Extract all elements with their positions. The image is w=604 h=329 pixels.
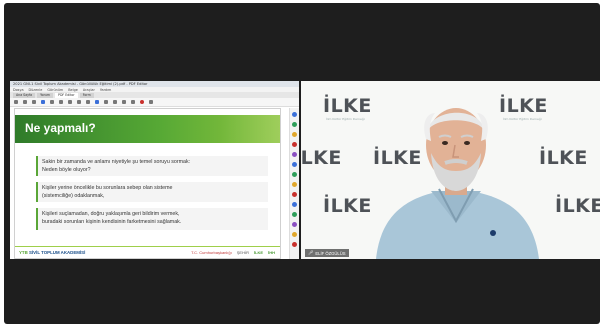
record-icon[interactable] <box>140 100 144 104</box>
partner-logo: İHH <box>268 250 275 255</box>
footer-prefix: YTB <box>19 250 28 255</box>
bullet-line: Kişiler yerine öncelikle bu sorunlara se… <box>42 185 173 191</box>
pdf-side-toolbar <box>289 108 299 259</box>
partner-logo: İLKE <box>253 250 264 255</box>
window-title: 2021 GNI-1 Sivil Toplum Akademisi - Gönü… <box>13 82 148 86</box>
ilke-logo-watermark: İLKE <box>539 147 588 169</box>
participant-name-label: 🎤︎ ELİF ÖZGÜLÜS <box>305 249 349 257</box>
partner-logo: ŞEHİR <box>236 250 249 255</box>
participant-video-feed <box>376 108 539 259</box>
highlight-icon[interactable] <box>86 100 90 104</box>
bullet-line: Sakin bir zamanda ve anlamı niyetiyle şu… <box>42 159 191 165</box>
open-file-icon[interactable] <box>14 100 18 104</box>
watermark-tagline: İlim Kültür Eğitim Derneği <box>326 117 365 121</box>
layers-icon[interactable] <box>292 152 297 157</box>
attachment-icon[interactable] <box>292 132 297 137</box>
bullet-line: buradaki sorunları kişinin kendisinin fa… <box>42 219 182 225</box>
zoom-in-icon[interactable] <box>68 100 72 104</box>
comment-icon[interactable] <box>95 100 99 104</box>
bullet-line: (sistemciliğe) odaklanmak, <box>42 193 105 199</box>
menu-item-edit[interactable]: Düzenle <box>29 88 43 92</box>
signature-icon[interactable] <box>292 172 297 177</box>
stamp-icon[interactable] <box>104 100 108 104</box>
tab-pdf-editor[interactable]: PDF Editor <box>55 93 78 98</box>
menu-item-help[interactable]: Yardım <box>100 88 111 92</box>
zoom-out-icon[interactable] <box>59 100 63 104</box>
redact-icon[interactable] <box>292 192 297 197</box>
share-icon[interactable] <box>292 222 297 227</box>
slide-footer: YTB SİVİL TOPLUM AKADEMİSİ T.C. Cumhurba… <box>15 246 280 258</box>
shape-tool-icon[interactable] <box>113 100 117 104</box>
crop-icon[interactable] <box>122 100 126 104</box>
text-tool-icon[interactable] <box>77 100 81 104</box>
select-tool-icon[interactable] <box>50 100 54 104</box>
more-tools-icon[interactable] <box>292 242 297 247</box>
settings-icon[interactable] <box>149 100 153 104</box>
ilke-logo-watermark: İLKE <box>555 195 600 217</box>
mic-icon: 🎤︎ <box>308 250 314 255</box>
tab-home[interactable]: Ana Sayfa <box>13 93 36 98</box>
menu-item-document[interactable]: Belge <box>68 88 78 92</box>
slide-heading-banner: Ne yapmalı? <box>15 115 280 143</box>
shared-screen-tile[interactable]: 2021 GNI-1 Sivil Toplum Akademisi - Gönü… <box>10 81 299 259</box>
protect-icon[interactable] <box>292 232 297 237</box>
slide-heading: Ne yapmalı? <box>25 121 96 135</box>
ocr-icon[interactable] <box>292 212 297 217</box>
bullet-line: Neden böyle oluyor? <box>42 167 91 173</box>
footer-academy-logo: YTB SİVİL TOPLUM AKADEMİSİ <box>15 250 85 255</box>
presentation-slide: Ne yapmalı? Sakin bir zamanda ve anlamı … <box>14 108 281 259</box>
partner-logo: T.C. Cumhurbaşkanlığı <box>191 250 232 255</box>
slide-bullet: Kişileri suçlamadan, doğru yaklaşımla ge… <box>36 208 268 230</box>
ilke-logo-watermark: İLKE <box>323 95 372 117</box>
menu-item-tools[interactable]: Araçlar <box>83 88 95 92</box>
menu-item-view[interactable]: Görünüm <box>47 88 63 92</box>
menu-item-file[interactable]: Dosya <box>13 88 24 92</box>
footer-title: SİVİL TOPLUM AKADEMİSİ <box>29 250 86 255</box>
tab-comment[interactable]: Yorum <box>37 93 54 98</box>
stamp-panel-icon[interactable] <box>292 182 297 187</box>
participant-video-tile[interactable]: İLKE İlim Kültür Eğitim Derneği İLKE İli… <box>301 81 600 259</box>
pdf-toolbar <box>10 98 299 107</box>
bookmark-icon[interactable] <box>292 122 297 127</box>
print-icon[interactable] <box>32 100 36 104</box>
screenshot: 2021 GNI-1 Sivil Toplum Akademisi - Gönü… <box>0 0 604 329</box>
video-meeting-window: 2021 GNI-1 Sivil Toplum Akademisi - Gönü… <box>4 3 600 324</box>
tab-form[interactable]: Form <box>79 93 94 98</box>
save-icon[interactable] <box>23 100 27 104</box>
ilke-logo-watermark: İLKE <box>323 195 372 217</box>
ilke-logo-watermark: İLKE <box>301 147 342 169</box>
comment-list-icon[interactable] <box>292 142 297 147</box>
bullet-line: Kişileri suçlamadan, doğru yaklaşımla ge… <box>42 211 180 217</box>
compare-icon[interactable] <box>292 202 297 207</box>
thumbnail-icon[interactable] <box>292 112 297 117</box>
slide-bullet: Sakin bir zamanda ve anlamı niyetiyle şu… <box>36 156 268 176</box>
rotate-icon[interactable] <box>131 100 135 104</box>
participant-name: ELİF ÖZGÜLÜS <box>315 250 346 256</box>
footer-partner-logos: T.C. Cumhurbaşkanlığı ŞEHİR İLKE İHH <box>191 250 280 255</box>
hand-tool-icon[interactable] <box>41 100 45 104</box>
search-icon[interactable] <box>292 162 297 167</box>
slide-bullet: Kişiler yerine öncelikle bu sorunlara se… <box>36 182 268 202</box>
